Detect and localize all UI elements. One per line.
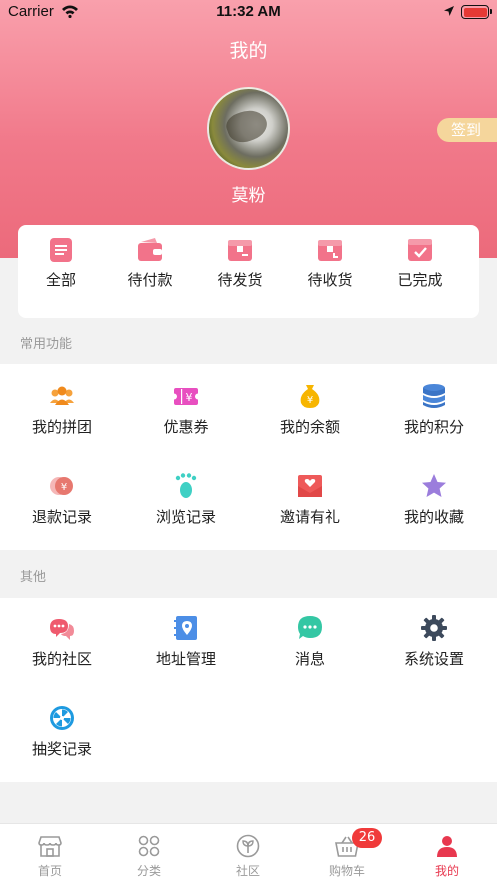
tile-label: 邀请有礼: [279, 508, 340, 526]
battery-icon: [461, 5, 492, 19]
star-icon: [422, 474, 446, 497]
order-label: 已完成: [397, 271, 443, 289]
gear-icon: [421, 615, 447, 641]
tile-label: 退款记录: [31, 508, 92, 526]
my-group-buy-button[interactable]: 我的拼团: [0, 382, 124, 437]
tile-label: 抽奖记录: [31, 740, 92, 758]
tile-label: 我的拼团: [31, 418, 92, 436]
tab-home[interactable]: 首页: [0, 834, 100, 879]
tile-label: 消息: [294, 650, 325, 668]
my-points-button[interactable]: 我的积分: [372, 382, 496, 437]
tab-label: 购物车: [328, 864, 365, 878]
order-completed-button[interactable]: 已完成: [385, 237, 455, 290]
section-title-common: 常用功能: [20, 337, 73, 352]
common-functions-panel: 我的拼团 ¥ 优惠券 ¥ 我的余额 我的积分 ¥ 退款记录 浏览记录 邀请有礼 …: [0, 364, 497, 550]
check-box-icon: [408, 239, 432, 261]
list-icon: [50, 238, 72, 262]
message-icon: [298, 616, 322, 639]
tab-mine[interactable]: 我的: [397, 834, 497, 879]
tile-label: 系统设置: [403, 650, 464, 668]
svg-text:¥: ¥: [307, 395, 313, 406]
order-pending-receipt-button[interactable]: 待收货: [295, 237, 365, 290]
svg-text:¥: ¥: [186, 391, 193, 404]
shipping-box-icon: [228, 240, 252, 261]
category-grid-icon: [138, 835, 160, 857]
address-book-icon: [174, 616, 197, 640]
tab-bar: 首页 分类 社区 26 购物车 我的: [0, 823, 497, 883]
tab-community[interactable]: 社区: [198, 834, 298, 879]
chat-bubbles-icon: [50, 619, 74, 640]
status-bar: Carrier 11:32 AM: [0, 0, 497, 26]
footprint-icon: [175, 473, 197, 498]
tab-label: 首页: [37, 864, 62, 878]
refund-records-button[interactable]: ¥ 退款记录: [0, 472, 124, 527]
other-functions-panel: 我的社区 地址管理 消息 系统设置 抽奖记录: [0, 598, 497, 782]
orders-card: 全部 待付款 待发货 待收货 已完成: [18, 225, 479, 318]
tile-label: 地址管理: [155, 650, 216, 668]
signin-button[interactable]: 签到: [437, 118, 497, 142]
order-pending-shipment-button[interactable]: 待发货: [205, 237, 275, 290]
my-balance-button[interactable]: ¥ 我的余额: [248, 382, 372, 437]
community-sprout-icon: [236, 834, 260, 858]
invite-gift-button[interactable]: 邀请有礼: [248, 472, 372, 527]
store-icon: [38, 836, 62, 857]
lottery-wheel-icon: [50, 706, 74, 730]
order-label: 全部: [45, 271, 76, 289]
money-bag-icon: ¥: [300, 385, 320, 408]
address-management-button[interactable]: 地址管理: [124, 614, 248, 669]
browse-history-button[interactable]: 浏览记录: [124, 472, 248, 527]
receive-box-icon: [318, 240, 342, 261]
order-label: 待付款: [127, 271, 173, 289]
my-favorites-button[interactable]: 我的收藏: [372, 472, 496, 527]
order-all-button[interactable]: 全部: [26, 237, 96, 290]
location-arrow-icon: [444, 6, 454, 16]
order-label: 待收货: [307, 271, 353, 289]
coupon-icon: ¥: [172, 388, 200, 405]
invite-envelope-icon: [298, 475, 322, 497]
avatar[interactable]: [207, 87, 290, 170]
cart-badge: 26: [352, 828, 382, 848]
coins-stack-icon: [423, 384, 445, 408]
user-name[interactable]: 莫粉: [0, 181, 497, 206]
lottery-records-button[interactable]: 抽奖记录: [0, 704, 124, 759]
order-label: 待发货: [217, 271, 263, 289]
tab-label: 分类: [136, 864, 161, 878]
messages-button[interactable]: 消息: [248, 614, 372, 669]
tab-label: 社区: [235, 864, 260, 878]
wallet-icon: [138, 238, 162, 261]
tile-label: 我的积分: [403, 418, 464, 436]
my-community-button[interactable]: 我的社区: [0, 614, 124, 669]
tile-label: 优惠券: [163, 418, 209, 436]
tile-label: 浏览记录: [155, 508, 216, 526]
tab-label: 我的: [434, 864, 459, 878]
clock: 11:32 AM: [216, 3, 281, 20]
order-pending-payment-button[interactable]: 待付款: [115, 237, 185, 290]
tab-category[interactable]: 分类: [99, 834, 199, 879]
tile-label: 我的余额: [279, 418, 340, 436]
tab-cart[interactable]: 26 购物车: [297, 828, 397, 879]
page-title: 我的: [229, 40, 268, 62]
tile-label: 我的收藏: [403, 508, 464, 526]
system-settings-button[interactable]: 系统设置: [372, 614, 496, 669]
tile-label: 我的社区: [31, 650, 92, 668]
section-title-other: 其他: [20, 570, 47, 585]
person-icon: [437, 836, 457, 857]
group-icon: [50, 386, 74, 405]
coupon-button[interactable]: ¥ 优惠券: [124, 382, 248, 437]
refund-icon: ¥: [50, 477, 73, 495]
svg-text:¥: ¥: [61, 482, 67, 493]
